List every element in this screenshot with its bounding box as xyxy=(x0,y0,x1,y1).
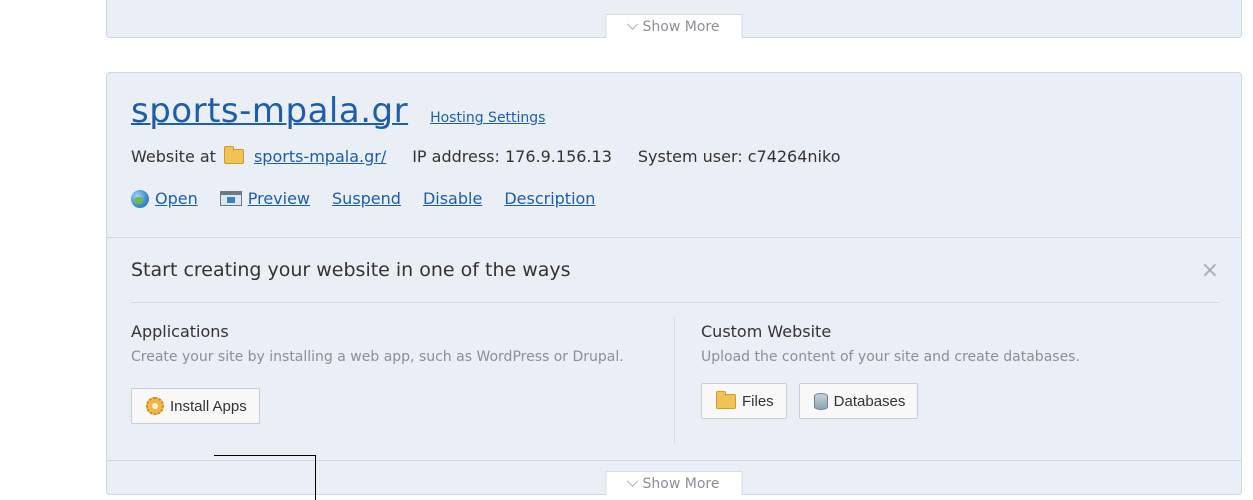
hosting-settings-link[interactable]: Hosting Settings xyxy=(430,110,545,126)
chevron-down-icon xyxy=(626,18,639,30)
start-creating-section: Start creating your website in one of th… xyxy=(107,237,1241,461)
suspend-link[interactable]: Suspend xyxy=(332,189,401,208)
databases-button[interactable]: Databases xyxy=(798,383,919,419)
install-apps-button[interactable]: Install Apps xyxy=(131,388,260,424)
start-creating-title: Start creating your website in one of th… xyxy=(131,259,571,281)
chevron-down-icon xyxy=(626,475,639,487)
applications-title: Applications xyxy=(131,322,229,341)
folder-icon xyxy=(223,146,244,164)
annotation-line-vertical xyxy=(315,455,316,500)
column-divider xyxy=(674,318,675,444)
install-apps-label: Install Apps xyxy=(170,397,247,415)
domain-info-line: Website at sports-mpala.gr/ IP address: … xyxy=(131,146,841,166)
database-icon xyxy=(813,392,828,410)
folder-icon xyxy=(716,390,736,409)
show-more-button[interactable]: Show More xyxy=(605,471,743,495)
domain-header: sports-mpala.gr Hosting Settings xyxy=(131,91,545,131)
divider xyxy=(131,302,1219,303)
domain-actions: Open Preview Suspend Disable Description xyxy=(131,189,595,208)
close-icon[interactable]: × xyxy=(1201,258,1219,283)
open-link[interactable]: Open xyxy=(155,189,198,208)
domain-name-link[interactable]: sports-mpala.gr xyxy=(131,91,408,131)
preview-link[interactable]: Preview xyxy=(248,189,310,208)
preview-icon xyxy=(219,191,242,206)
custom-website-title: Custom Website xyxy=(701,322,832,341)
show-more-label: Show More xyxy=(642,18,720,35)
applications-description: Create your site by installing a web app… xyxy=(131,349,624,365)
system-user: System user: c74264niko xyxy=(637,147,841,166)
applications-column: Applications Create your site by install… xyxy=(131,322,651,424)
databases-label: Databases xyxy=(833,392,906,410)
files-label: Files xyxy=(742,392,774,410)
globe-icon xyxy=(131,189,149,208)
disable-link[interactable]: Disable xyxy=(423,189,482,208)
files-button[interactable]: Files xyxy=(701,383,787,419)
annotation-line xyxy=(214,455,316,456)
custom-website-description: Upload the content of your site and crea… xyxy=(701,349,1080,365)
open-action[interactable]: Open xyxy=(131,189,198,208)
domain-panel: sports-mpala.gr Hosting Settings Website… xyxy=(106,72,1242,495)
website-path-link[interactable]: sports-mpala.gr/ xyxy=(254,147,386,166)
custom-website-column: Custom Website Upload the content of you… xyxy=(701,322,1201,419)
show-more-label: Show More xyxy=(642,475,720,492)
gear-icon xyxy=(146,397,164,415)
ip-address: IP address: 176.9.156.13 xyxy=(412,147,612,166)
show-more-button-top[interactable]: Show More xyxy=(605,14,743,38)
preview-action[interactable]: Preview xyxy=(219,189,310,208)
website-at-label: Website at xyxy=(131,147,216,166)
description-link[interactable]: Description xyxy=(504,189,595,208)
previous-domain-panel: Show More xyxy=(106,0,1242,38)
